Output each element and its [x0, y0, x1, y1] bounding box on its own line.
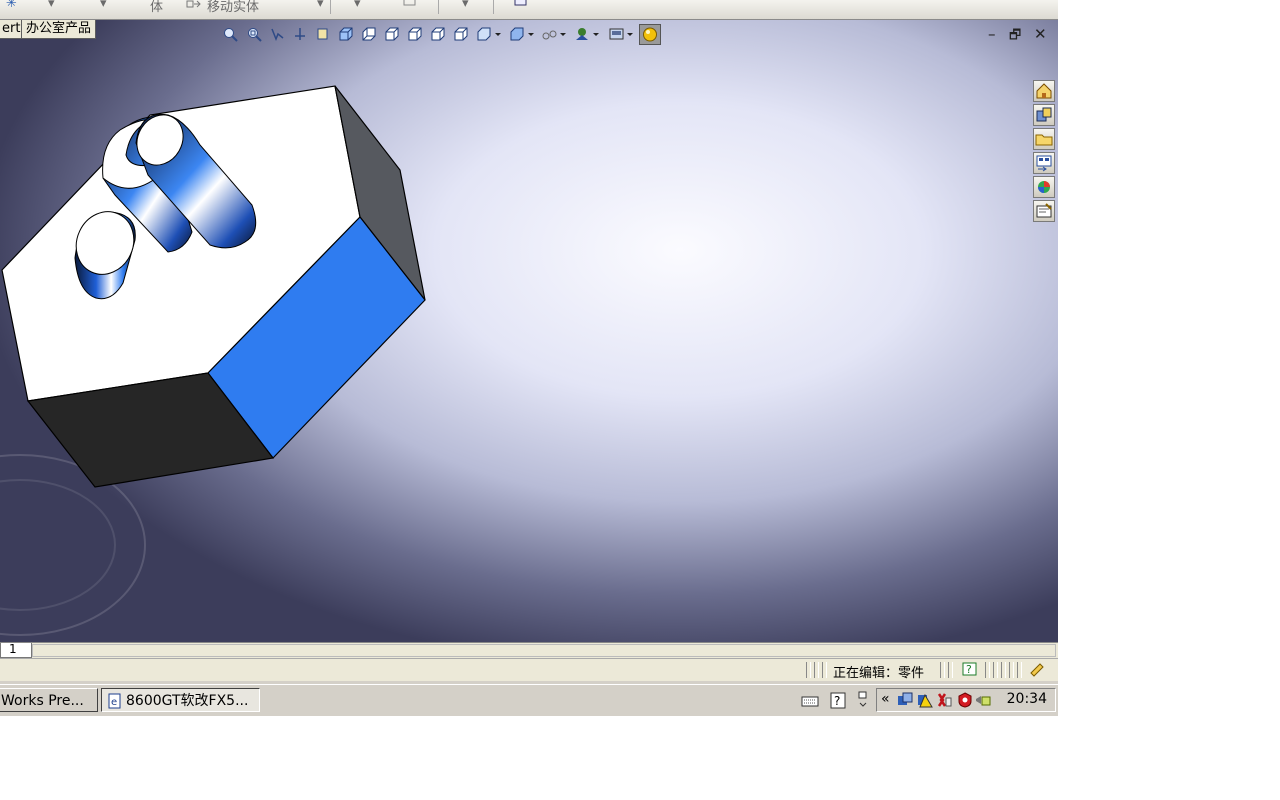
task-pane-appearances[interactable] [1033, 176, 1055, 198]
windows-taskbar: Works Pre... e 8600GT软改FX5... ? « 20:34 [0, 684, 1058, 716]
collapse-icon[interactable]: « [881, 691, 890, 707]
solidworks-window: ✳ ▾ ▾ 体 移动实体 ▾ ▾ ▾ ert 办公室产品 – 🗗 ✕ 1 正在编… [0, 0, 1058, 716]
help-icon[interactable]: ? [830, 692, 846, 709]
clock[interactable]: 20:34 [1007, 691, 1047, 707]
model-tab[interactable]: 1 [0, 643, 32, 658]
move-entities-button[interactable]: 移动实体 [207, 0, 259, 15]
back-view-icon[interactable] [361, 26, 377, 42]
taskbar-button-browser[interactable]: e 8600GT软改FX5... [101, 688, 260, 712]
monitor-icon[interactable] [897, 692, 913, 708]
editing-status: 正在编辑：零件 [833, 666, 925, 681]
appearances-icon [1038, 181, 1050, 193]
status-divider [814, 662, 819, 678]
tab-office-products[interactable]: 办公室产品 [21, 20, 97, 39]
dropdown-arrow-icon[interactable]: ▾ [100, 0, 107, 11]
keyboard-icon[interactable] [801, 694, 819, 708]
task-pane-file-explorer[interactable] [1033, 128, 1055, 150]
status-divider [993, 662, 998, 678]
rebuild-icon[interactable] [1028, 661, 1046, 678]
hide-show-icon[interactable] [541, 26, 567, 42]
toolbar-divider [438, 0, 439, 14]
toolbar-divider [330, 0, 331, 14]
status-divider [822, 662, 827, 678]
realview-icon [643, 27, 657, 42]
bottom-view-icon[interactable] [453, 26, 469, 42]
design-library-icon [1036, 107, 1052, 122]
zoom-to-fit-icon[interactable] [222, 26, 238, 42]
apply-scene-icon[interactable] [608, 26, 634, 42]
sketch-tool-icon[interactable]: ✳ [6, 0, 17, 11]
speaker-icon[interactable] [975, 692, 991, 708]
edit-appearance-icon[interactable] [574, 26, 600, 42]
isometric-view-icon[interactable] [476, 26, 502, 42]
document-icon: e [108, 693, 121, 709]
file-explorer-icon [1035, 134, 1053, 146]
status-divider [985, 662, 990, 678]
status-divider [1017, 662, 1022, 678]
minimize-icon[interactable]: – [988, 25, 996, 43]
task-pane-design-library[interactable] [1033, 104, 1055, 126]
view-orientation-icon[interactable] [315, 26, 331, 42]
status-divider [806, 662, 811, 678]
model-tabs-bar: 1 [0, 642, 1058, 659]
heads-up-view-toolbar [222, 23, 662, 45]
status-divider [1001, 662, 1006, 678]
graphics-area[interactable]: ert 办公室产品 – 🗗 ✕ [0, 20, 1058, 642]
svg-text:?: ? [966, 663, 972, 676]
zoom-to-area-icon[interactable] [246, 26, 262, 42]
restore-icon[interactable]: 🗗 [1009, 26, 1021, 48]
taskbar-button-solidworks[interactable]: Works Pre... [0, 688, 98, 712]
toolbar-divider [493, 0, 494, 14]
status-divider [948, 662, 953, 678]
solid-body-label[interactable]: 体 [150, 0, 163, 15]
front-view-icon[interactable] [338, 26, 354, 42]
drawing-icon[interactable] [403, 0, 417, 11]
realview-button[interactable] [639, 24, 661, 45]
antivirus-icon[interactable] [937, 692, 953, 708]
hex-part-model[interactable] [0, 80, 440, 500]
left-view-icon[interactable] [384, 26, 400, 42]
taskbar-button-label: 8600GT软改FX5... [126, 693, 249, 709]
view-palette-icon [1036, 155, 1052, 172]
svg-text:e: e [111, 697, 117, 708]
status-divider [940, 662, 945, 678]
network-icon[interactable] [857, 691, 869, 711]
home-icon [1036, 83, 1052, 99]
help-icon[interactable]: ? [962, 662, 978, 677]
status-divider [1009, 662, 1014, 678]
task-pane-home[interactable] [1033, 80, 1055, 102]
right-view-icon[interactable] [407, 26, 423, 42]
task-pane-view-palette[interactable] [1033, 152, 1055, 174]
status-bar: 正在编辑：零件 ? [0, 658, 1058, 681]
custom-properties-icon [1036, 203, 1052, 218]
command-manager-bar: ✳ ▾ ▾ 体 移动实体 ▾ ▾ ▾ [0, 0, 1058, 20]
horizontal-scrollbar[interactable] [32, 644, 1056, 657]
options-icon[interactable] [514, 0, 528, 11]
system-tray: « 20:34 [876, 688, 1056, 712]
svg-text:?: ? [834, 694, 840, 708]
warning-icon[interactable] [917, 692, 933, 708]
dropdown-arrow-icon[interactable]: ▾ [354, 0, 361, 11]
shield-icon[interactable] [957, 692, 973, 708]
display-style-icon[interactable] [509, 26, 535, 42]
top-view-icon[interactable] [430, 26, 446, 42]
dropdown-arrow-icon[interactable]: ▾ [317, 0, 324, 11]
section-view-icon[interactable] [292, 26, 308, 42]
previous-view-icon[interactable] [269, 26, 285, 42]
task-pane-custom-properties[interactable] [1033, 200, 1055, 222]
move-entities-icon[interactable] [185, 0, 201, 16]
dropdown-arrow-icon[interactable]: ▾ [462, 0, 469, 11]
close-icon[interactable]: ✕ [1034, 25, 1047, 43]
dropdown-arrow-icon[interactable]: ▾ [48, 0, 55, 11]
